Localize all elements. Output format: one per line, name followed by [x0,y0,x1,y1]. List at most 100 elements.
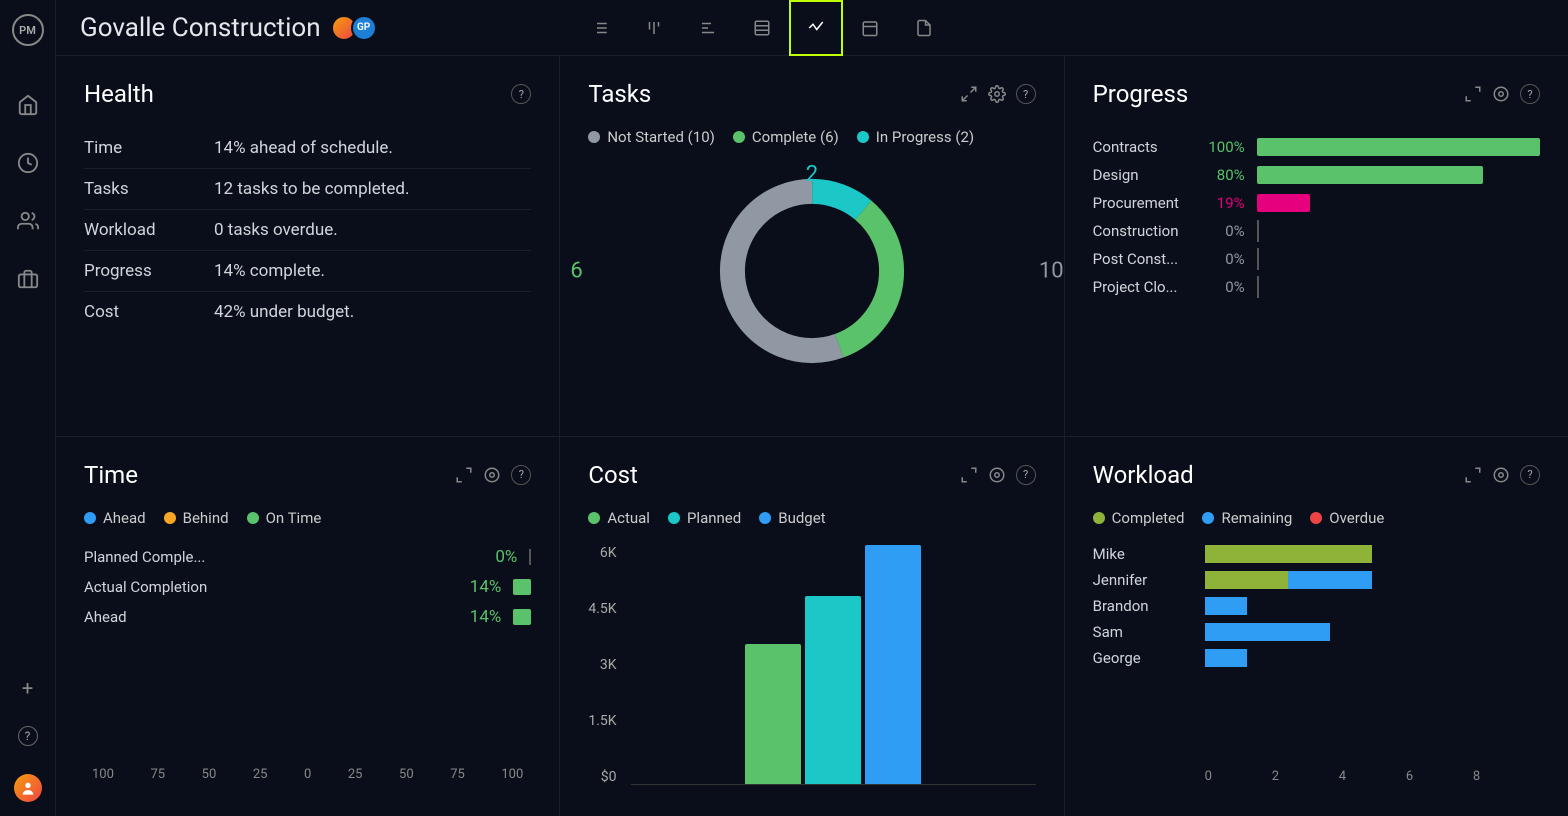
axis-tick: 2 [1272,769,1339,784]
health-value: 0 tasks overdue. [214,220,338,240]
axis-tick: 75 [450,767,465,782]
home-icon[interactable] [17,94,39,116]
workload-bar [1205,545,1540,563]
progress-name: Procurement [1093,194,1193,212]
cost-bar-chart: 6K4.5K3K1.5K$0 [588,545,1035,785]
legend-item: Overdue [1310,509,1384,527]
expand-icon[interactable] [455,466,473,484]
axis-tick: 4 [1339,769,1406,784]
health-row: Cost42% under budget. [84,292,531,332]
time-pct: 0% [475,547,517,567]
progress-row: Construction0% [1093,222,1540,240]
team-icon[interactable] [17,210,39,232]
gear-icon[interactable] [1492,85,1510,103]
gear-icon[interactable] [483,466,501,484]
sidebar: PM + ? [0,0,56,816]
legend-item: Budget [759,509,825,527]
workload-segment [1288,571,1372,589]
health-row: Workload0 tasks overdue. [84,210,531,251]
legend-item: Completed [1093,509,1185,527]
workload-row: Sam [1093,623,1540,641]
expand-icon[interactable] [960,466,978,484]
clock-icon[interactable] [17,152,39,174]
axis-tick: 6K [588,545,616,561]
legend-item: Remaining [1202,509,1292,527]
axis-tick: 1.5K [588,713,616,729]
progress-name: Post Const... [1093,250,1193,268]
help-icon[interactable]: ? [511,465,531,485]
workload-name: Sam [1093,623,1193,641]
legend-item: Planned [668,509,741,527]
progress-row: Design80% [1093,166,1540,184]
workload-bar [1205,597,1540,615]
time-pct: 14% [459,577,501,597]
panel-title: Time [84,461,138,489]
workload-name: Mike [1093,545,1193,563]
view-list-icon[interactable] [573,0,627,56]
time-pct: 14% [459,607,501,627]
workload-panel: Workload ? CompletedRemainingOverdue Mik… [1065,437,1568,816]
progress-bar [1257,222,1540,240]
member-avatar-icon[interactable]: GP [351,15,377,41]
axis-tick: 25 [253,767,268,782]
expand-icon[interactable] [1464,466,1482,484]
help-icon[interactable]: ? [1520,84,1540,104]
axis-tick: 4.5K [588,601,616,617]
help-icon[interactable]: ? [511,84,531,104]
view-board-icon[interactable] [627,0,681,56]
panel-title: Tasks [588,80,651,108]
cost-bar [805,596,861,783]
axis-tick: 0 [1205,769,1272,784]
view-gantt-icon[interactable] [681,0,735,56]
time-panel: Time ? AheadBehindOn Time Planned Comple… [56,437,559,816]
gear-icon[interactable] [988,466,1006,484]
view-file-icon[interactable] [897,0,951,56]
workload-segment [1205,571,1289,589]
add-icon[interactable]: + [22,676,33,700]
expand-icon[interactable] [1464,85,1482,103]
project-members[interactable]: GP [337,15,377,41]
project-title: Govalle Construction [80,13,321,43]
axis-tick: 50 [202,767,217,782]
axis-tick: 8 [1473,769,1540,784]
donut-value: 2 [806,162,818,187]
view-calendar-icon[interactable] [843,0,897,56]
progress-row: Contracts100% [1093,138,1540,156]
help-icon[interactable]: ? [1016,84,1036,104]
help-icon[interactable]: ? [1016,465,1036,485]
time-label: Planned Comple... [84,548,244,566]
axis-tick: 100 [92,767,114,782]
time-row: Planned Comple... 0% [84,547,531,567]
progress-pct: 0% [1205,222,1245,240]
axis-tick: 25 [348,767,363,782]
expand-icon[interactable] [960,85,978,103]
cost-panel: Cost ? ActualPlannedBudget 6K4.5K3K1.5K$… [560,437,1063,816]
help-icon[interactable]: ? [1520,465,1540,485]
progress-bar [1257,166,1540,184]
user-avatar-icon[interactable] [14,774,42,802]
axis-tick: 50 [399,767,414,782]
workload-name: Brandon [1093,597,1193,615]
view-dashboard-icon[interactable] [789,0,843,56]
legend-item: On Time [247,509,322,527]
workload-segment [1205,545,1373,563]
gear-icon[interactable] [1492,466,1510,484]
axis-tick: 75 [150,767,165,782]
gear-icon[interactable] [988,85,1006,103]
time-bar [513,609,531,625]
help-icon[interactable]: ? [18,726,38,746]
app-logo[interactable]: PM [12,14,44,46]
progress-row: Project Clo...0% [1093,278,1540,296]
progress-bar [1257,250,1540,268]
health-panel: Health ? Time14% ahead of schedule.Tasks… [56,56,559,436]
health-value: 14% ahead of schedule. [214,138,393,158]
view-table-icon[interactable] [735,0,789,56]
briefcase-icon[interactable] [17,268,39,290]
progress-row: Procurement19% [1093,194,1540,212]
legend-item: Actual [588,509,650,527]
health-row: Tasks12 tasks to be completed. [84,169,531,210]
time-row: Actual Completion14% [84,577,531,597]
health-value: 12 tasks to be completed. [214,179,409,199]
workload-bar [1205,623,1540,641]
legend-item: Behind [164,509,229,527]
